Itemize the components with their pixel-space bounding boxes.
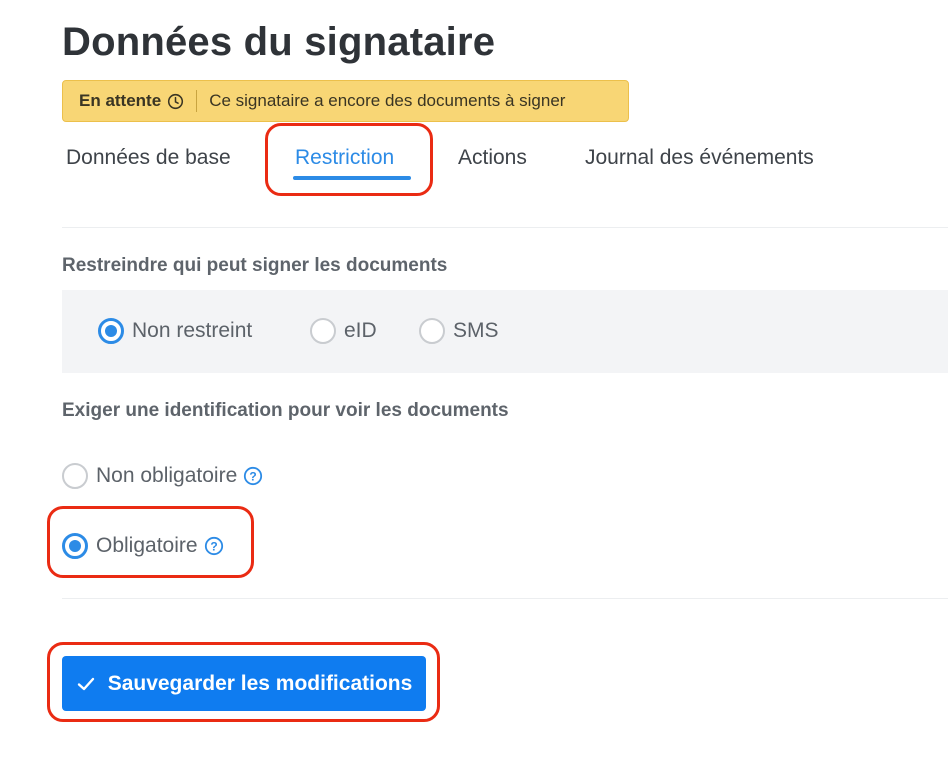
tab-donnees-de-base[interactable]: Données de base <box>66 146 231 170</box>
radio-label: eID <box>344 319 377 342</box>
radio-label: SMS <box>453 319 499 342</box>
status-message: Ce signataire a encore des documents à s… <box>209 91 566 110</box>
tab-journal-des-evenements[interactable]: Journal des événements <box>585 146 814 170</box>
tab-bar: Données de base Restriction Actions Jour… <box>62 138 948 182</box>
highlight-box-obligatoire <box>47 506 254 578</box>
highlight-box-save-button <box>47 642 440 722</box>
clock-icon <box>168 93 184 109</box>
identification-heading: Exiger une identification pour voir les … <box>62 400 509 421</box>
status-badge: En attente <box>79 91 184 111</box>
status-divider <box>196 90 198 112</box>
radio-button[interactable] <box>419 318 445 344</box>
tab-actions[interactable]: Actions <box>458 146 527 170</box>
restriction-heading: Restreindre qui peut signer les document… <box>62 255 448 276</box>
status-banner: En attente Ce signataire a encore des do… <box>62 80 629 122</box>
radio-button[interactable] <box>62 463 88 489</box>
radio-eid[interactable]: eID <box>310 318 377 344</box>
radio-non-restreint[interactable]: Non restreint <box>98 318 252 344</box>
radio-sms[interactable]: SMS <box>419 318 499 344</box>
radio-label: Non obligatoire <box>96 464 238 487</box>
svg-text:?: ? <box>250 470 257 484</box>
status-label: En attente <box>79 91 162 110</box>
radio-label: Non restreint <box>132 319 253 342</box>
help-icon[interactable]: ? <box>243 466 263 486</box>
divider <box>62 227 948 228</box>
divider <box>62 598 948 599</box>
radio-button[interactable] <box>310 318 336 344</box>
radio-button[interactable] <box>98 318 124 344</box>
highlight-box-restriction-tab <box>265 123 433 196</box>
page-title: Données du signataire <box>62 20 496 64</box>
radio-non-obligatoire[interactable]: Non obligatoire ? <box>62 463 263 489</box>
